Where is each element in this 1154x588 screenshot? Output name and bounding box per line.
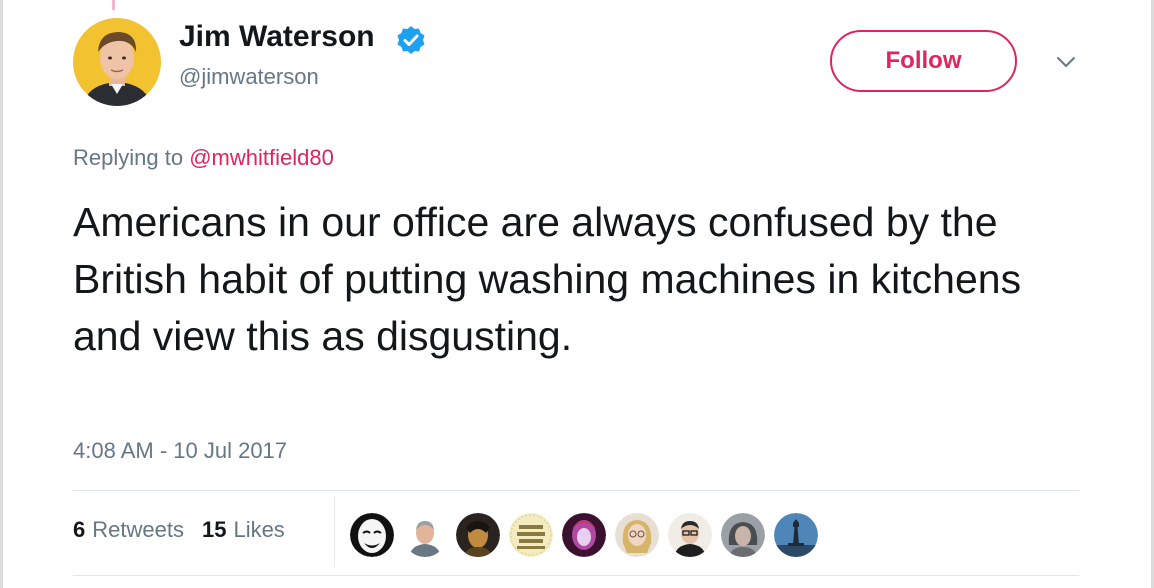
likes-stat[interactable]: 15 Likes [202, 517, 285, 543]
user-handle[interactable]: @jimwaterson [179, 64, 319, 90]
stats-top-divider [73, 490, 1079, 491]
tweet-card: Jim Waterson @jimwaterson Follow Replyin… [0, 0, 1154, 588]
left-edge-border [0, 0, 3, 588]
replying-to: Replying to @mwhitfield80 [73, 145, 334, 171]
tweet-text: Americans in our office are always confu… [73, 199, 1022, 359]
reply-mention-link[interactable]: @mwhitfield80 [189, 145, 334, 170]
liker-avatar-mask[interactable] [350, 513, 394, 557]
likes-label: Likes [233, 517, 285, 542]
likes-count: 15 [201, 517, 227, 542]
chevron-down-icon[interactable] [1054, 52, 1078, 72]
liker-avatar-man-grey-hair[interactable] [403, 513, 447, 557]
engagement-stats: 6 Retweets 15 Likes [73, 517, 303, 543]
retweets-stat[interactable]: 6 Retweets [73, 517, 184, 543]
liker-avatar-lighthouse[interactable] [774, 513, 818, 557]
liker-avatar-purple-glow[interactable] [562, 513, 606, 557]
retweets-count: 6 [73, 517, 86, 542]
avatar[interactable] [73, 18, 161, 106]
tweet-timestamp[interactable]: 4:08 AM - 10 Jul 2017 [73, 438, 287, 464]
liker-avatar-dark-portrait[interactable] [456, 513, 500, 557]
liker-avatar-blonde-woman[interactable] [615, 513, 659, 557]
stats-separator [334, 497, 335, 567]
follow-button[interactable]: Follow [830, 30, 1017, 92]
thread-line [112, 0, 115, 10]
replying-prefix: Replying to [73, 145, 184, 170]
liker-avatar-grey-woman[interactable] [721, 513, 765, 557]
liker-avatar-man-glasses[interactable] [668, 513, 712, 557]
stats-bottom-divider [73, 575, 1079, 576]
retweets-label: Retweets [92, 517, 184, 542]
verified-badge-icon [397, 26, 425, 54]
display-name[interactable]: Jim Waterson [179, 20, 375, 54]
liker-avatar-feminists[interactable] [509, 513, 553, 557]
